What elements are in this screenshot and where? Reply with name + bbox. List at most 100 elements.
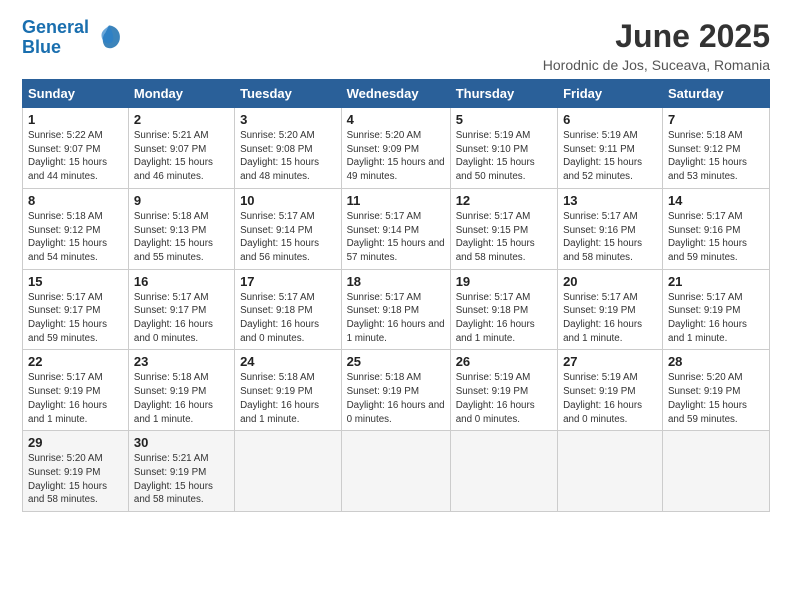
- calendar-cell: [341, 431, 450, 512]
- logo-text: General: [22, 18, 89, 38]
- day-detail: Sunrise: 5:17 AM Sunset: 9:14 PM Dayligh…: [347, 210, 445, 265]
- logo: General Blue: [22, 18, 125, 58]
- day-number: 18: [347, 274, 445, 289]
- day-detail: Sunrise: 5:19 AM Sunset: 9:10 PM Dayligh…: [456, 129, 552, 184]
- calendar-cell: 17 Sunrise: 5:17 AM Sunset: 9:18 PM Dayli…: [235, 269, 342, 350]
- calendar-cell: 12 Sunrise: 5:17 AM Sunset: 9:15 PM Dayli…: [450, 188, 557, 269]
- day-detail: Sunrise: 5:18 AM Sunset: 9:13 PM Dayligh…: [134, 210, 229, 265]
- calendar-cell: 1 Sunrise: 5:22 AM Sunset: 9:07 PM Daylig…: [23, 108, 129, 189]
- day-number: 19: [456, 274, 552, 289]
- day-detail: Sunrise: 5:17 AM Sunset: 9:17 PM Dayligh…: [28, 291, 123, 346]
- calendar-cell: 18 Sunrise: 5:17 AM Sunset: 9:18 PM Dayli…: [341, 269, 450, 350]
- day-detail: Sunrise: 5:21 AM Sunset: 9:19 PM Dayligh…: [134, 452, 229, 507]
- day-detail: Sunrise: 5:21 AM Sunset: 9:07 PM Dayligh…: [134, 129, 229, 184]
- calendar-week-2: 8 Sunrise: 5:18 AM Sunset: 9:12 PM Daylig…: [23, 188, 770, 269]
- day-detail: Sunrise: 5:17 AM Sunset: 9:19 PM Dayligh…: [563, 291, 657, 346]
- calendar-cell: 9 Sunrise: 5:18 AM Sunset: 9:13 PM Daylig…: [128, 188, 234, 269]
- calendar-cell: [558, 431, 663, 512]
- weekday-header-row: SundayMondayTuesdayWednesdayThursdayFrid…: [23, 80, 770, 108]
- calendar-cell: [235, 431, 342, 512]
- day-detail: Sunrise: 5:17 AM Sunset: 9:18 PM Dayligh…: [240, 291, 336, 346]
- day-detail: Sunrise: 5:18 AM Sunset: 9:12 PM Dayligh…: [28, 210, 123, 265]
- calendar-cell: 21Sunrise: 5:17 AM Sunset: 9:19 PM Dayli…: [662, 269, 769, 350]
- day-detail: Sunrise: 5:17 AM Sunset: 9:18 PM Dayligh…: [347, 291, 445, 346]
- day-detail: Sunrise: 5:17 AM Sunset: 9:17 PM Dayligh…: [134, 291, 229, 346]
- calendar-cell: 5Sunrise: 5:19 AM Sunset: 9:10 PM Daylig…: [450, 108, 557, 189]
- day-detail: Sunrise: 5:20 AM Sunset: 9:08 PM Dayligh…: [240, 129, 336, 184]
- day-number: 1: [28, 112, 123, 127]
- day-number: 15: [28, 274, 123, 289]
- calendar-cell: 3Sunrise: 5:20 AM Sunset: 9:08 PM Daylig…: [235, 108, 342, 189]
- day-detail: Sunrise: 5:19 AM Sunset: 9:19 PM Dayligh…: [563, 371, 657, 426]
- calendar-cell: 16 Sunrise: 5:17 AM Sunset: 9:17 PM Dayli…: [128, 269, 234, 350]
- day-number: 27: [563, 354, 657, 369]
- day-number: 10: [240, 193, 336, 208]
- day-number: 28: [668, 354, 764, 369]
- calendar-week-3: 15 Sunrise: 5:17 AM Sunset: 9:17 PM Dayli…: [23, 269, 770, 350]
- day-detail: Sunrise: 5:18 AM Sunset: 9:12 PM Dayligh…: [668, 129, 764, 184]
- day-number: 9: [134, 193, 229, 208]
- calendar-cell: 29 Sunrise: 5:20 AM Sunset: 9:19 PM Dayli…: [23, 431, 129, 512]
- day-number: 30: [134, 435, 229, 450]
- calendar-cell: 19 Sunrise: 5:17 AM Sunset: 9:18 PM Dayli…: [450, 269, 557, 350]
- calendar-cell: [450, 431, 557, 512]
- calendar-cell: 23Sunrise: 5:18 AM Sunset: 9:19 PM Dayli…: [128, 350, 234, 431]
- day-number: 21: [668, 274, 764, 289]
- day-number: 24: [240, 354, 336, 369]
- calendar-cell: 10Sunrise: 5:17 AM Sunset: 9:14 PM Dayli…: [235, 188, 342, 269]
- logo-text2: Blue: [22, 38, 89, 58]
- weekday-header-tuesday: Tuesday: [235, 80, 342, 108]
- day-detail: Sunrise: 5:17 AM Sunset: 9:16 PM Dayligh…: [668, 210, 764, 265]
- header: General Blue June 2025 Horodnic de Jos, …: [22, 18, 770, 73]
- calendar-cell: 26 Sunrise: 5:19 AM Sunset: 9:19 PM Dayli…: [450, 350, 557, 431]
- calendar-subtitle: Horodnic de Jos, Suceava, Romania: [543, 57, 770, 73]
- day-number: 26: [456, 354, 552, 369]
- calendar-cell: 7 Sunrise: 5:18 AM Sunset: 9:12 PM Daylig…: [662, 108, 769, 189]
- calendar-cell: 28 Sunrise: 5:20 AM Sunset: 9:19 PM Dayli…: [662, 350, 769, 431]
- day-number: 23: [134, 354, 229, 369]
- calendar-cell: 14 Sunrise: 5:17 AM Sunset: 9:16 PM Dayli…: [662, 188, 769, 269]
- day-detail: Sunrise: 5:20 AM Sunset: 9:09 PM Dayligh…: [347, 129, 445, 184]
- day-detail: Sunrise: 5:19 AM Sunset: 9:19 PM Dayligh…: [456, 371, 552, 426]
- calendar-page: General Blue June 2025 Horodnic de Jos, …: [0, 0, 792, 612]
- day-number: 12: [456, 193, 552, 208]
- calendar-cell: [662, 431, 769, 512]
- weekday-header-sunday: Sunday: [23, 80, 129, 108]
- calendar-cell: 20 Sunrise: 5:17 AM Sunset: 9:19 PM Dayli…: [558, 269, 663, 350]
- weekday-header-friday: Friday: [558, 80, 663, 108]
- day-number: 29: [28, 435, 123, 450]
- day-detail: Sunrise: 5:19 AM Sunset: 9:11 PM Dayligh…: [563, 129, 657, 184]
- day-detail: Sunrise: 5:20 AM Sunset: 9:19 PM Dayligh…: [668, 371, 764, 426]
- day-detail: Sunrise: 5:22 AM Sunset: 9:07 PM Dayligh…: [28, 129, 123, 184]
- calendar-cell: 8 Sunrise: 5:18 AM Sunset: 9:12 PM Daylig…: [23, 188, 129, 269]
- day-number: 25: [347, 354, 445, 369]
- day-number: 20: [563, 274, 657, 289]
- day-detail: Sunrise: 5:17 AM Sunset: 9:18 PM Dayligh…: [456, 291, 552, 346]
- weekday-header-monday: Monday: [128, 80, 234, 108]
- calendar-cell: 25Sunrise: 5:18 AM Sunset: 9:19 PM Dayli…: [341, 350, 450, 431]
- day-detail: Sunrise: 5:20 AM Sunset: 9:19 PM Dayligh…: [28, 452, 123, 507]
- weekday-header-saturday: Saturday: [662, 80, 769, 108]
- day-detail: Sunrise: 5:18 AM Sunset: 9:19 PM Dayligh…: [240, 371, 336, 426]
- day-detail: Sunrise: 5:17 AM Sunset: 9:15 PM Dayligh…: [456, 210, 552, 265]
- day-number: 8: [28, 193, 123, 208]
- day-number: 17: [240, 274, 336, 289]
- logo-bird-icon: [93, 22, 125, 54]
- calendar-cell: 4 Sunrise: 5:20 AM Sunset: 9:09 PM Daylig…: [341, 108, 450, 189]
- day-number: 13: [563, 193, 657, 208]
- calendar-cell: 6 Sunrise: 5:19 AM Sunset: 9:11 PM Daylig…: [558, 108, 663, 189]
- calendar-cell: 27 Sunrise: 5:19 AM Sunset: 9:19 PM Dayli…: [558, 350, 663, 431]
- calendar-cell: 13Sunrise: 5:17 AM Sunset: 9:16 PM Dayli…: [558, 188, 663, 269]
- calendar-cell: 2 Sunrise: 5:21 AM Sunset: 9:07 PM Daylig…: [128, 108, 234, 189]
- calendar-title: June 2025: [543, 18, 770, 55]
- day-number: 14: [668, 193, 764, 208]
- day-number: 16: [134, 274, 229, 289]
- title-block: June 2025 Horodnic de Jos, Suceava, Roma…: [543, 18, 770, 73]
- day-number: 4: [347, 112, 445, 127]
- day-number: 2: [134, 112, 229, 127]
- calendar-week-1: 1 Sunrise: 5:22 AM Sunset: 9:07 PM Daylig…: [23, 108, 770, 189]
- calendar-cell: 15 Sunrise: 5:17 AM Sunset: 9:17 PM Dayli…: [23, 269, 129, 350]
- day-number: 7: [668, 112, 764, 127]
- calendar-cell: 11Sunrise: 5:17 AM Sunset: 9:14 PM Dayli…: [341, 188, 450, 269]
- day-number: 6: [563, 112, 657, 127]
